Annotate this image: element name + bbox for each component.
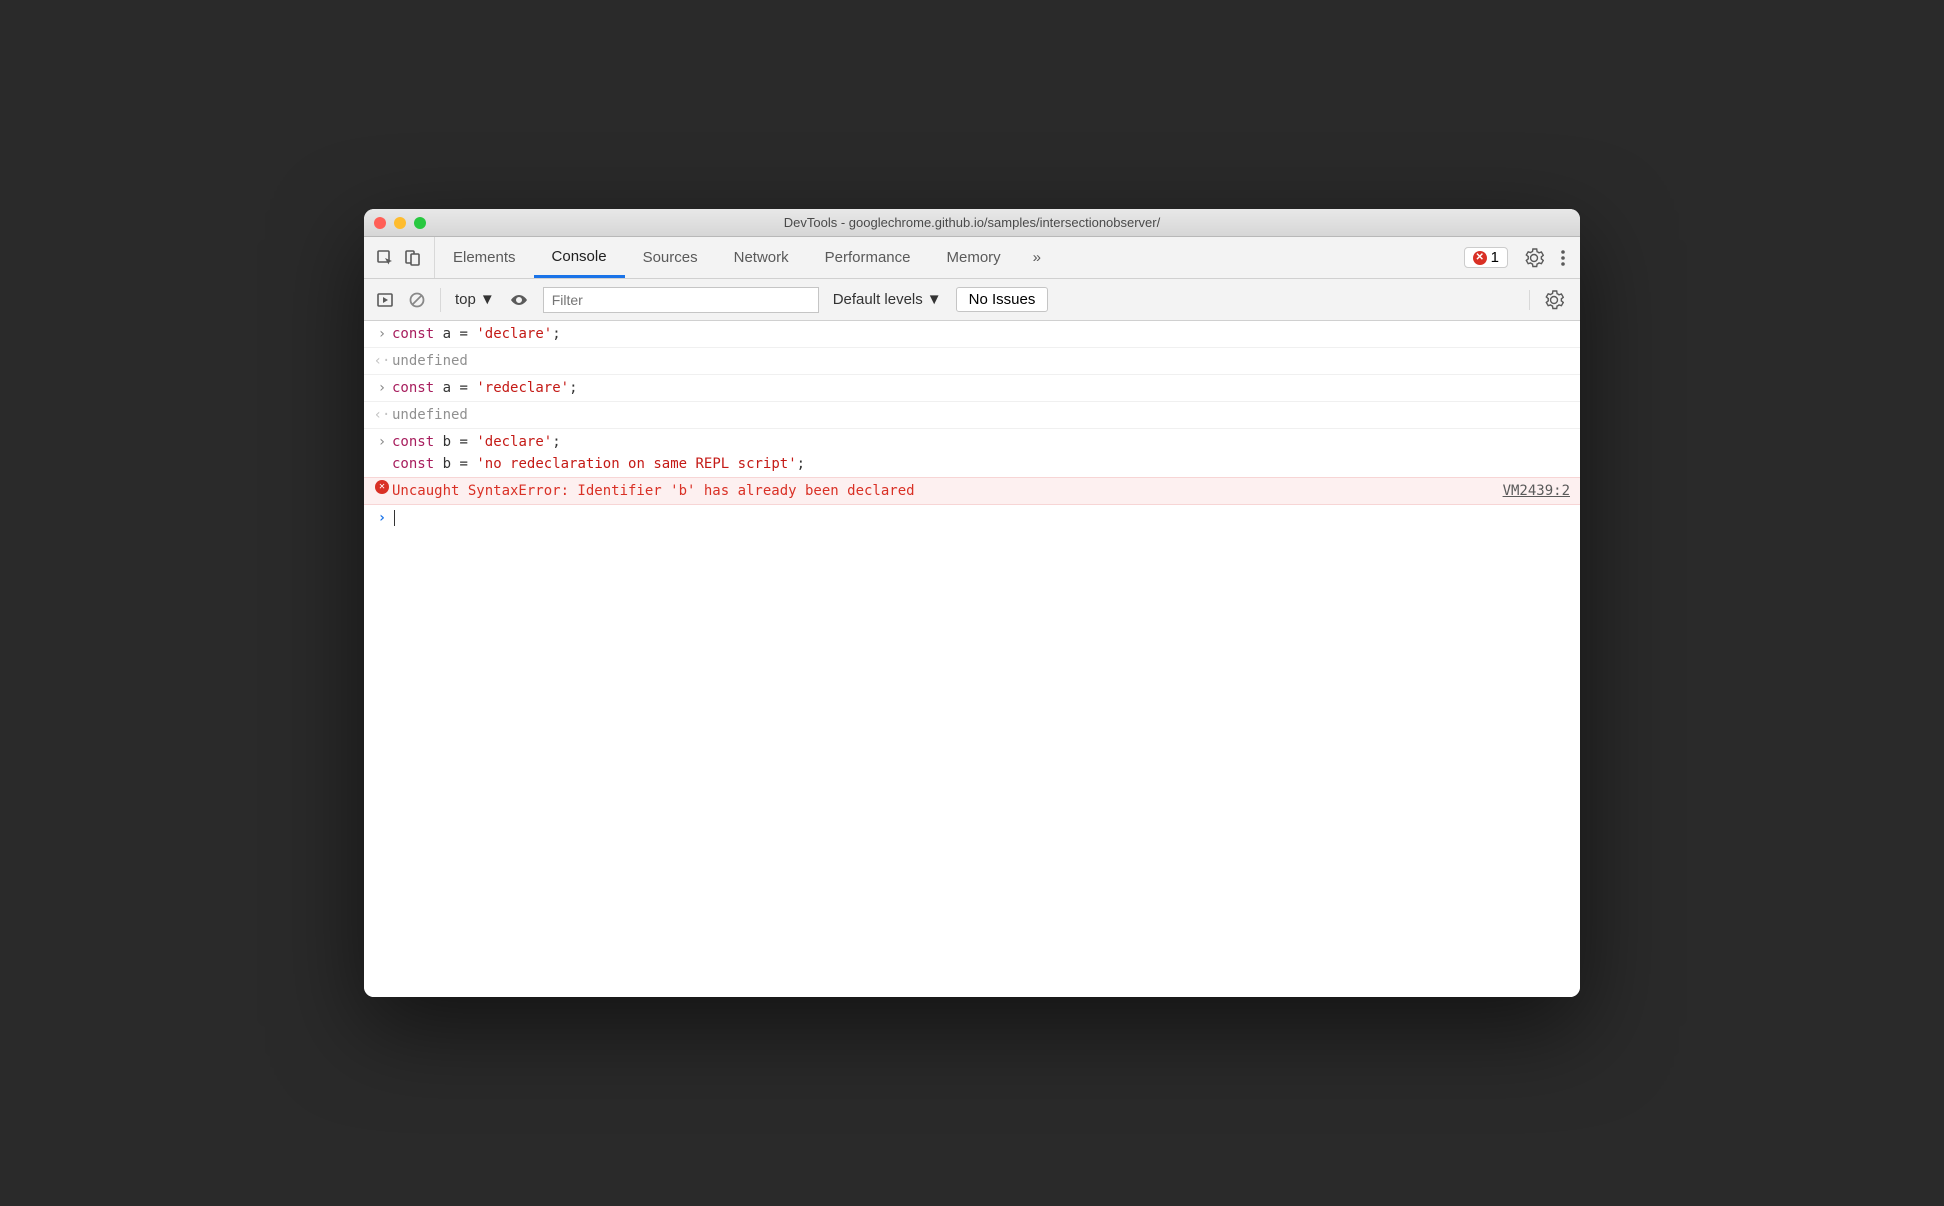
console-code: const a = 'redeclare'; [392,377,1570,399]
console-input-row: ›const a = 'redeclare'; [364,375,1580,402]
console-prompt-input[interactable] [392,507,1570,529]
console-input-row: ›const b = 'declare'; const b = 'no rede… [364,429,1580,477]
separator [440,288,441,312]
console-code: const b = 'declare'; const b = 'no redec… [392,431,1570,475]
tab-memory[interactable]: Memory [929,237,1019,278]
toolbar-right [1529,290,1568,310]
error-icon: ✕ [1473,251,1487,265]
settings-icon[interactable] [1524,248,1544,268]
dropdown-caret-icon: ▼ [927,291,942,308]
tab-console[interactable]: Console [534,237,625,278]
clear-console-icon[interactable] [408,291,426,309]
toolbar-left: top ▼ [376,288,529,312]
error-count-badge[interactable]: ✕ 1 [1464,247,1508,268]
filter-input[interactable] [543,287,819,313]
prompt-chevron-icon: › [372,507,392,529]
console-result-row: ‹·undefined [364,348,1580,375]
console-toolbar: top ▼ Default levels ▼ No Issues [364,279,1580,321]
main-tabstrip: Elements Console Sources Network Perform… [364,237,1580,279]
minimize-button[interactable] [394,217,406,229]
live-expression-icon[interactable] [509,290,529,310]
log-level-selector[interactable]: Default levels ▼ [833,291,942,308]
error-message: Uncaught SyntaxError: Identifier 'b' has… [392,480,1483,502]
source-link[interactable]: VM2439:2 [1483,480,1570,502]
tabstrip-right: ✕ 1 [1464,237,1580,278]
result-chevron-icon: ‹· [372,404,392,426]
sidebar-toggle-icon[interactable] [376,291,394,309]
error-count: 1 [1491,249,1499,266]
more-icon[interactable] [1560,248,1566,268]
console-error-row: ✕Uncaught SyntaxError: Identifier 'b' ha… [364,477,1580,505]
maximize-button[interactable] [414,217,426,229]
console-result: undefined [392,350,1570,372]
tab-performance[interactable]: Performance [807,237,929,278]
input-chevron-icon: › [372,377,392,399]
tab-network[interactable]: Network [716,237,807,278]
context-value: top [455,291,476,308]
device-toggle-icon[interactable] [404,249,422,267]
tabs-overflow-button[interactable]: » [1019,237,1055,278]
console-result: undefined [392,404,1570,426]
devtools-window: DevTools - googlechrome.github.io/sample… [364,209,1580,997]
log-level-value: Default levels [833,291,923,308]
tab-elements[interactable]: Elements [435,237,534,278]
issues-button[interactable]: No Issues [956,287,1049,312]
titlebar: DevTools - googlechrome.github.io/sample… [364,209,1580,237]
context-selector[interactable]: top ▼ [455,291,495,308]
tabstrip-tools [364,237,435,278]
input-chevron-icon: › [372,323,392,345]
console-result-row: ‹·undefined [364,402,1580,429]
console-settings-icon[interactable] [1544,290,1564,310]
window-title: DevTools - googlechrome.github.io/sample… [364,215,1580,230]
close-button[interactable] [374,217,386,229]
input-chevron-icon: › [372,431,392,475]
console-prompt-row[interactable]: › [364,505,1580,531]
console-output[interactable]: ›const a = 'declare';‹·undefined›const a… [364,321,1580,997]
tab-sources[interactable]: Sources [625,237,716,278]
console-input-row: ›const a = 'declare'; [364,321,1580,348]
dropdown-caret-icon: ▼ [480,291,495,308]
inspect-icon[interactable] [376,249,394,267]
result-chevron-icon: ‹· [372,350,392,372]
console-code: const a = 'declare'; [392,323,1570,345]
window-controls [374,217,426,229]
error-icon: ✕ [372,480,392,502]
